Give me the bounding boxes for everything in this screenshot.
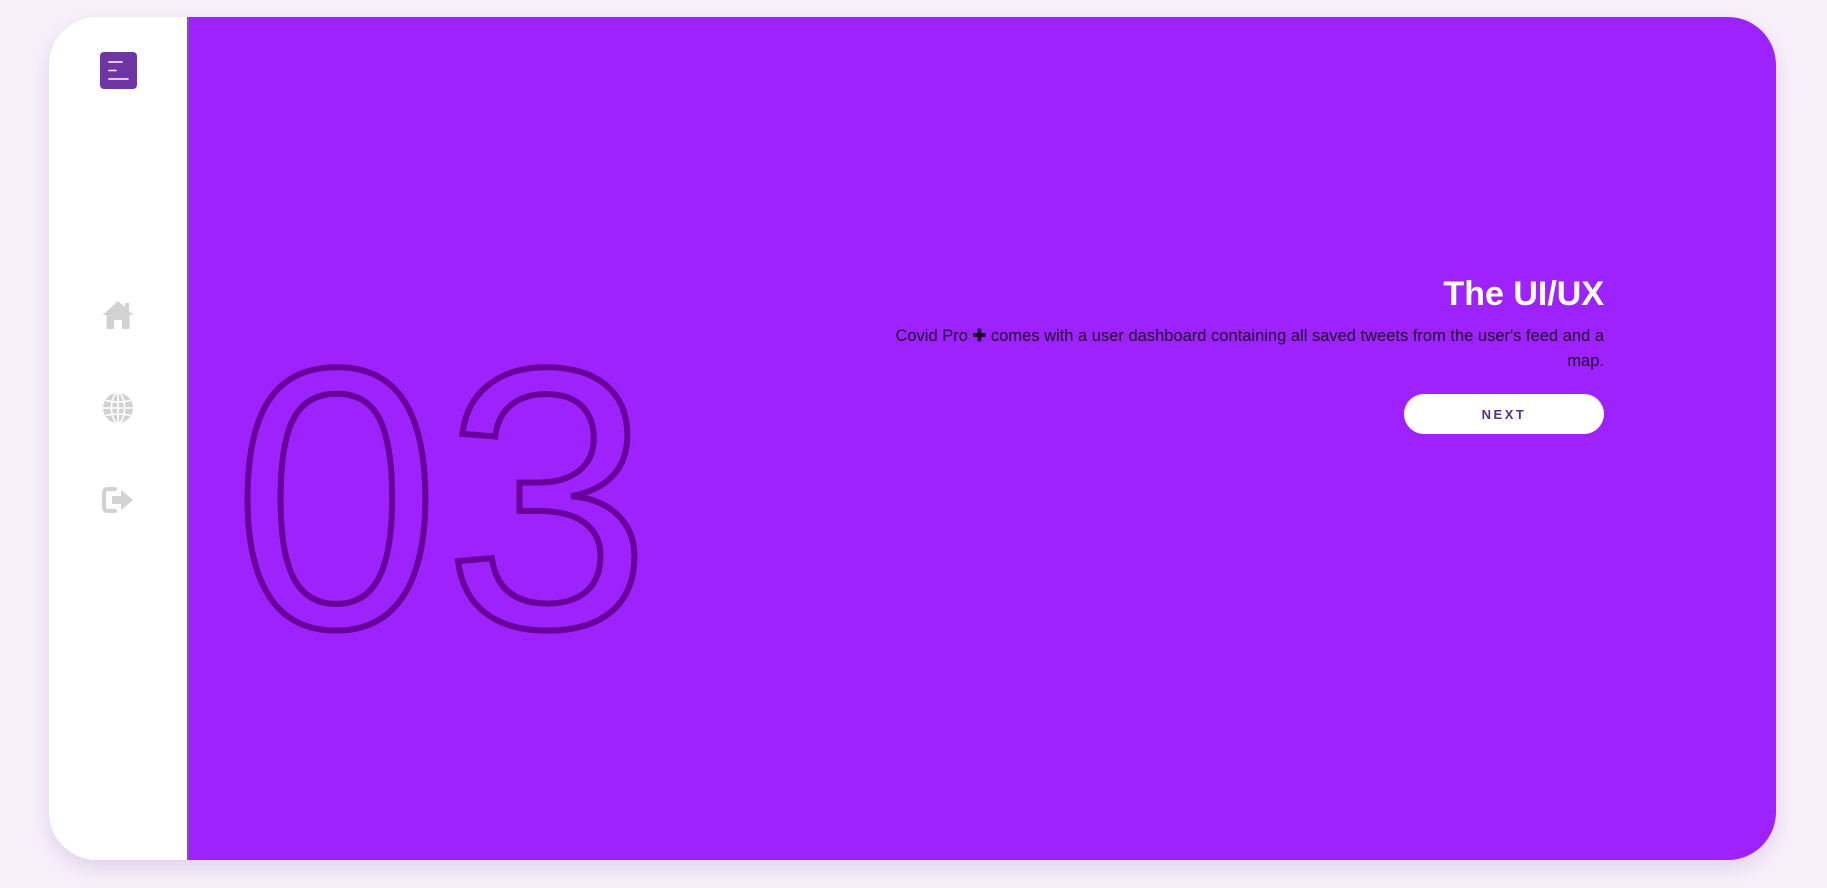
home-icon bbox=[102, 301, 134, 329]
step-number: 03 bbox=[230, 290, 655, 706]
nav-home[interactable] bbox=[101, 298, 135, 332]
sign-out-icon bbox=[102, 487, 133, 513]
app-card: 03 The UI/UX Covid Pro ✚ comes with a us… bbox=[49, 17, 1776, 860]
next-button[interactable]: NEXT bbox=[1404, 394, 1604, 434]
app-name: Covid Pro bbox=[895, 327, 968, 345]
section-title: The UI/UX bbox=[1443, 275, 1604, 313]
sidebar bbox=[49, 17, 187, 860]
plus-icon: ✚ bbox=[972, 327, 987, 345]
menu-lines-icon bbox=[108, 61, 129, 80]
nav-globe[interactable] bbox=[101, 391, 135, 425]
intro-content: The UI/UX Covid Pro ✚ comes with a user … bbox=[884, 272, 1604, 434]
globe-icon bbox=[103, 392, 133, 424]
menu-button[interactable] bbox=[100, 52, 137, 89]
section-description: Covid Pro ✚ comes with a user dashboard … bbox=[884, 324, 1604, 374]
main-panel: 03 The UI/UX Covid Pro ✚ comes with a us… bbox=[189, 17, 1776, 860]
nav-sign-out[interactable] bbox=[101, 483, 135, 517]
description-body: comes with a user dashboard containing a… bbox=[990, 327, 1604, 370]
